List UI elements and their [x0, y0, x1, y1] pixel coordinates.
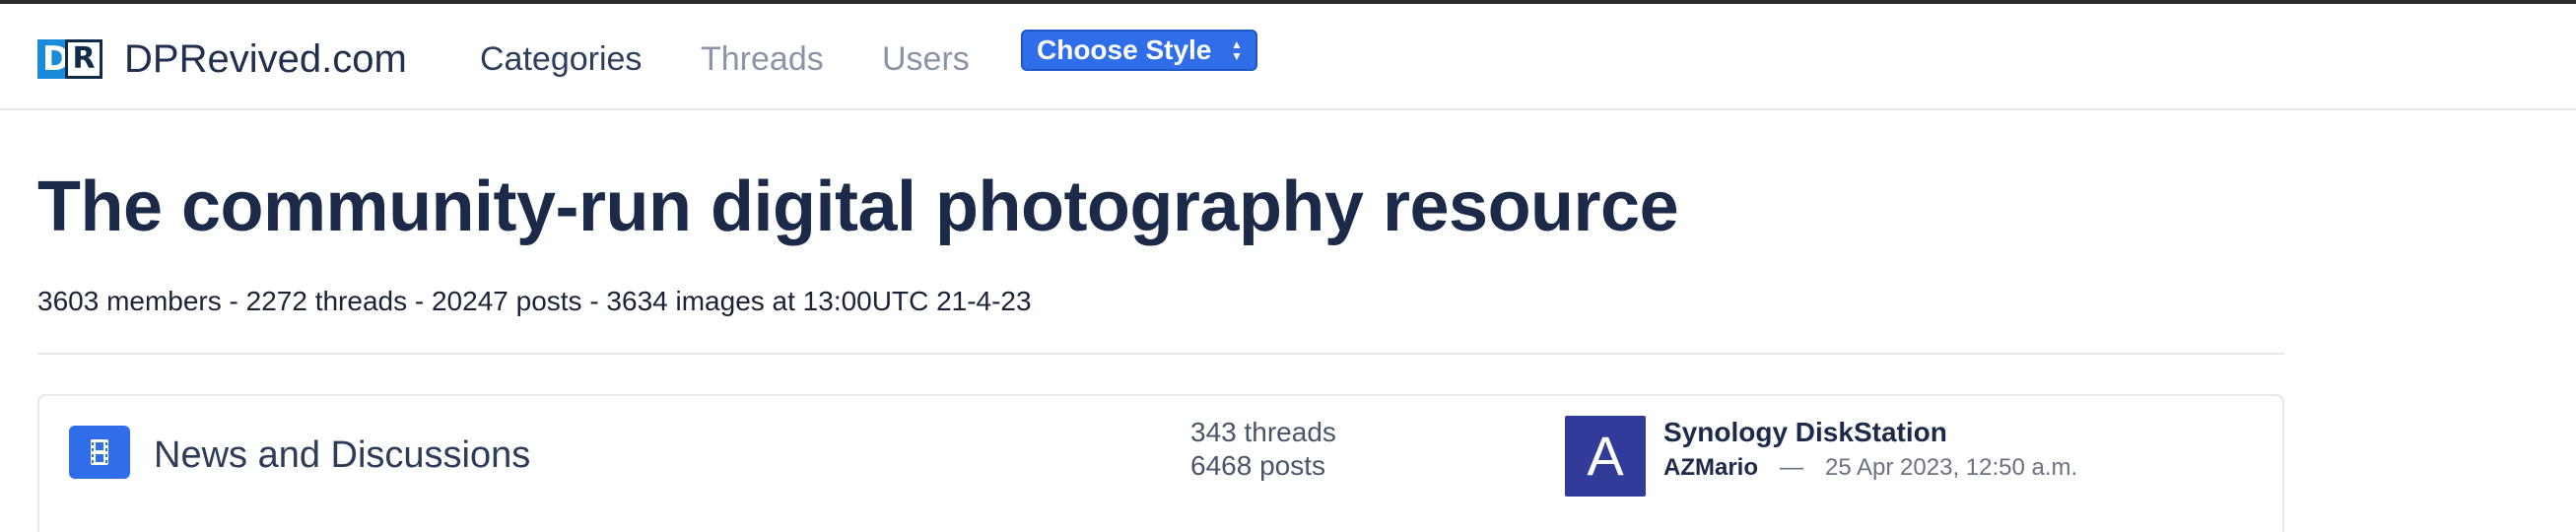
thread-count: 343 threads [1190, 417, 1336, 447]
select-arrows-icon: ▲ ▼ [1231, 37, 1243, 63]
category-title-link[interactable]: News and Discussions [154, 432, 530, 479]
navbar: D R DPRevived.com Categories Threads Use… [0, 4, 2576, 110]
nav-users[interactable]: Users [882, 35, 970, 83]
nav-threads[interactable]: Threads [701, 35, 824, 83]
style-select[interactable]: Choose Style ▲ ▼ [1021, 30, 1257, 71]
post-count: 6468 posts [1190, 450, 1325, 481]
latest-thread-link[interactable]: Synology DiskStation [1663, 416, 1947, 449]
film-icon [69, 426, 130, 479]
site-name: DPRevived.com [124, 37, 407, 81]
style-select-value: Choose Style [1037, 34, 1212, 65]
site-logo: D R [37, 39, 102, 79]
logo-letter-r: R [65, 39, 102, 79]
site-stats: 3603 members - 2272 threads - 20247 post… [37, 286, 1032, 316]
avatar[interactable]: A [1565, 416, 1646, 497]
latest-post-meta: AZMario — 25 Apr 2023, 12:50 a.m. [1663, 451, 2077, 485]
meta-separator: — [1780, 454, 1803, 481]
site-brand-link[interactable]: D R DPRevived.com [37, 32, 407, 87]
category-counts: 343 threads 6468 posts [1190, 416, 1336, 483]
nav-categories[interactable]: Categories [480, 35, 642, 83]
latest-post-time: 25 Apr 2023, 12:50 a.m. [1825, 454, 2078, 481]
divider [37, 353, 2284, 355]
page-title: The community-run digital photography re… [37, 167, 1679, 246]
latest-user-link[interactable]: AZMario [1663, 454, 1758, 481]
category-row: News and Discussions 343 threads 6468 po… [37, 394, 2284, 532]
